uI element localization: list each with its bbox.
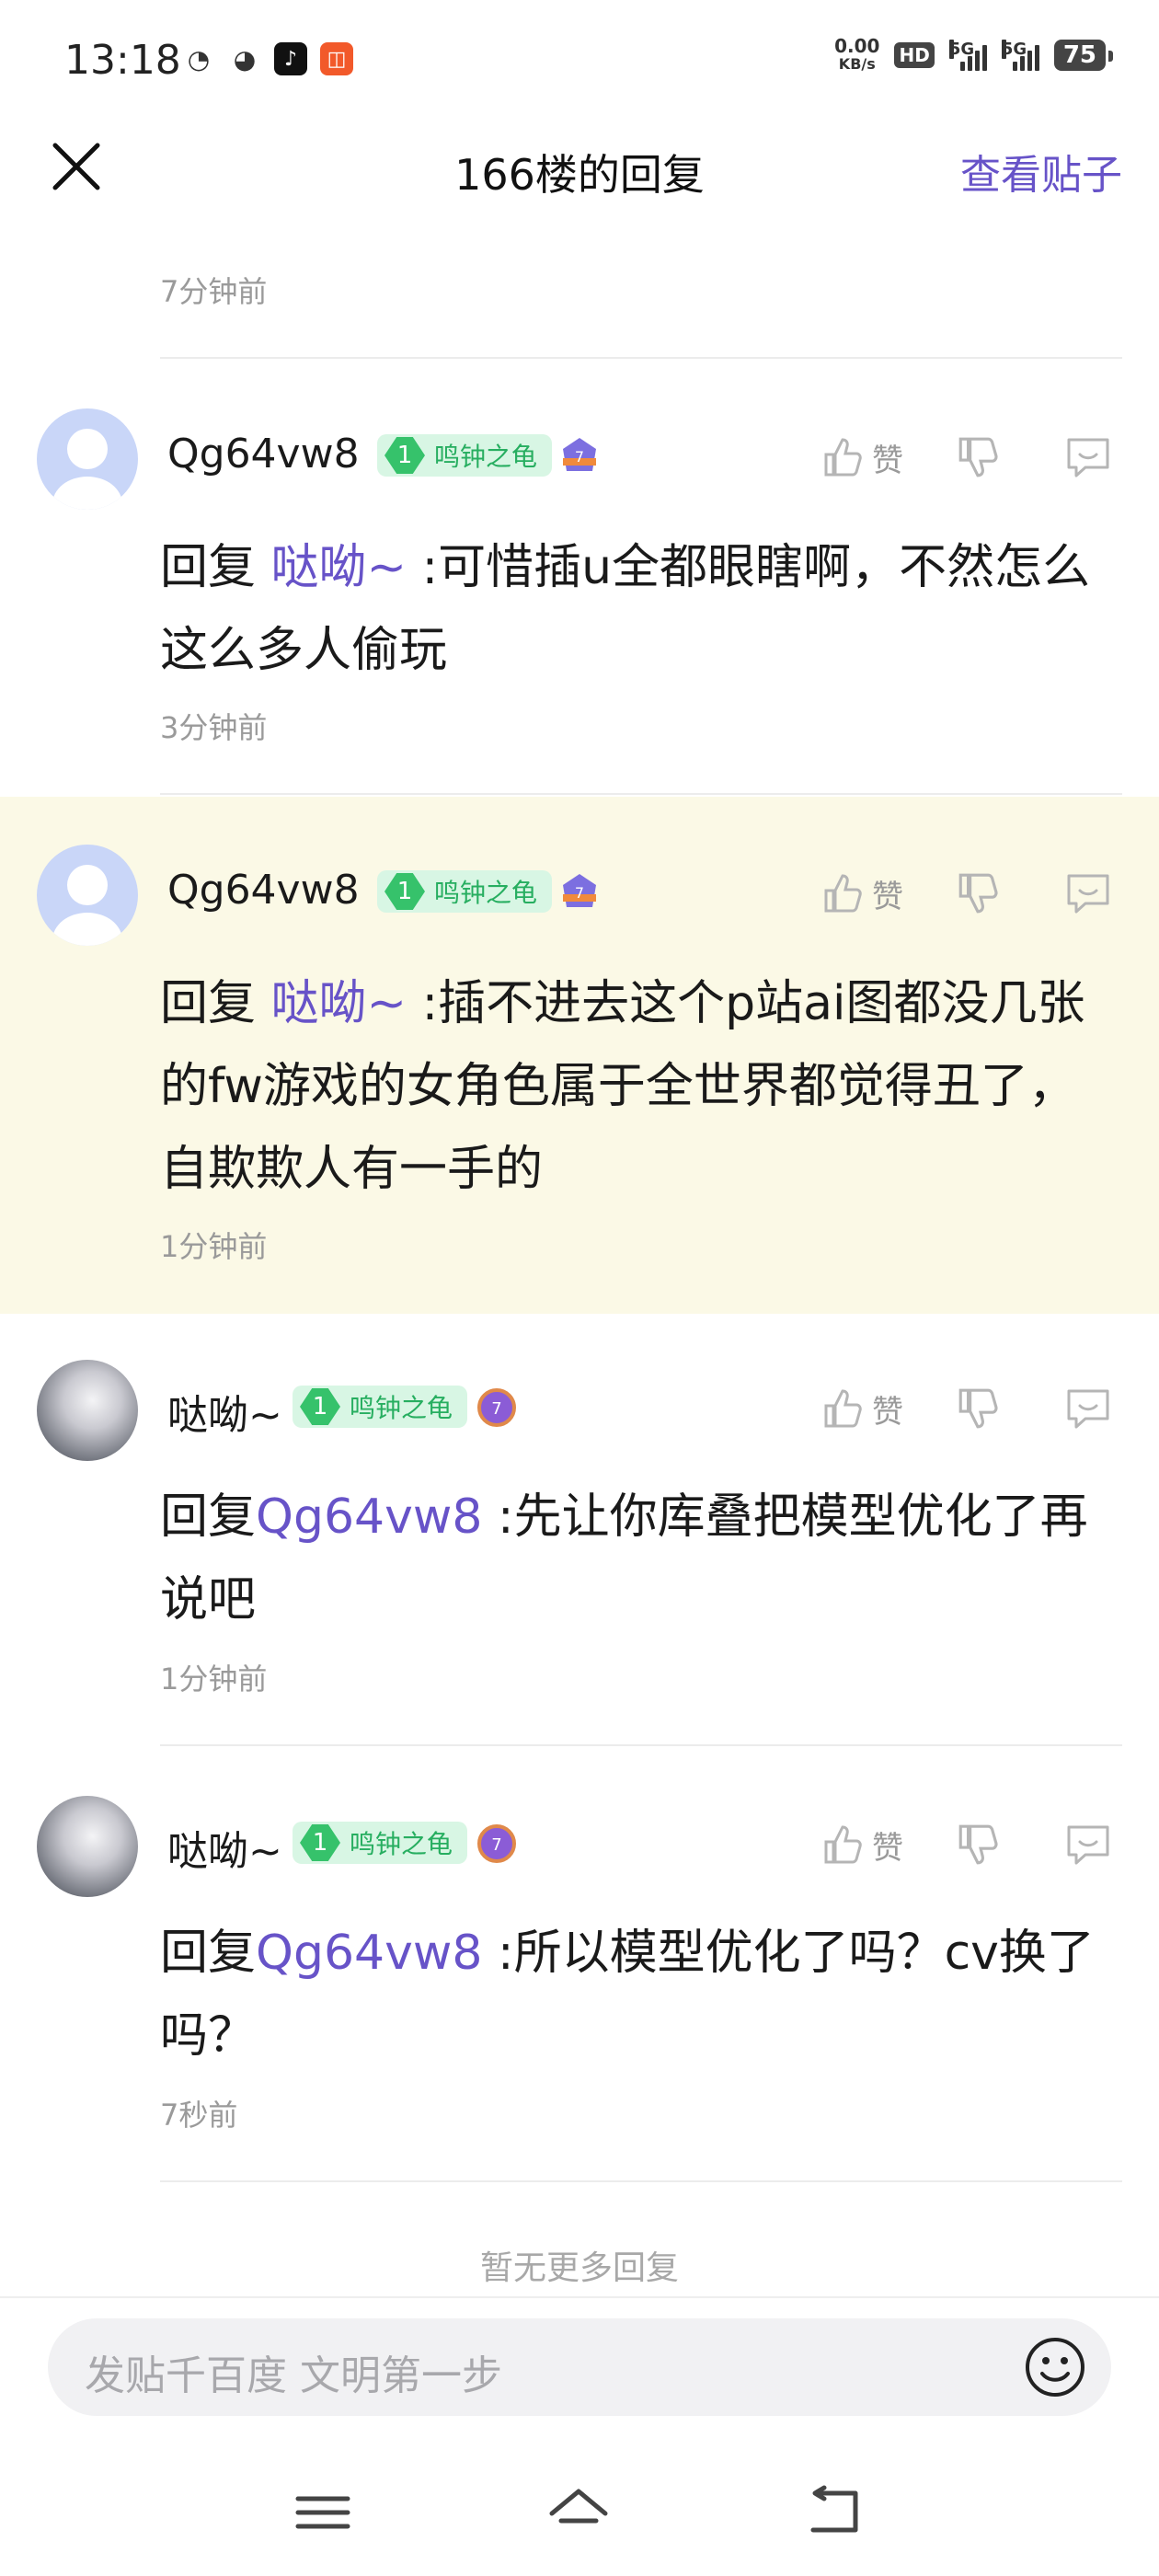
reply-time: 1分钟前 <box>160 1662 268 1696</box>
reply-input[interactable]: 发贴千百度 文明第一步 <box>48 2318 1111 2416</box>
status-indicators: 0.00 KB/s HD 5G 5G 75 <box>834 35 1114 74</box>
mention-link[interactable]: Qg64vw8 <box>256 1926 483 1981</box>
level-badge: 1 鸣钟之龟 <box>293 1386 468 1428</box>
svg-text:7: 7 <box>491 1399 501 1419</box>
level-badge: 1 鸣钟之龟 <box>293 1822 468 1864</box>
avatar[interactable] <box>37 408 138 510</box>
status-notification-icons: ◔ ◕ ♪ ◫ <box>182 42 353 75</box>
divider <box>160 2180 1122 2182</box>
like-button[interactable]: 赞 <box>820 870 903 916</box>
reply-item: 哒呦~ 1 鸣钟之龟 7 赞 回复Qg64vw8 :先让你库叠把模型优化了再说吧… <box>0 1316 1159 1752</box>
comment-icon[interactable] <box>1063 868 1113 918</box>
username[interactable]: Qg64vw8 <box>167 431 360 477</box>
reply-text: 回复 哒呦~ :插不进去这个p站ai图都没几张的fw游戏的女角色属于全世界都觉得… <box>160 976 1085 1197</box>
reply-input-placeholder: 发贴千百度 文明第一步 <box>85 2352 502 2399</box>
rank-badge-icon: 7 <box>563 874 596 907</box>
system-nav-bar <box>0 2447 1159 2576</box>
wechat-icon: ◕ <box>233 43 257 75</box>
emoji-icon[interactable] <box>1023 2335 1087 2399</box>
like-icon <box>824 438 862 477</box>
rank-badge-icon: 7 <box>563 438 596 471</box>
like-icon <box>824 874 862 913</box>
avatar[interactable] <box>37 1360 138 1461</box>
svg-text:7: 7 <box>491 1835 501 1855</box>
no-more-replies: 暂无更多回复 <box>479 2249 679 2287</box>
reply-time: 3分钟前 <box>160 710 268 745</box>
app-notification-icon: ◔ <box>187 43 211 75</box>
like-icon <box>824 1389 862 1428</box>
divider <box>160 1744 1122 1746</box>
status-time: 13:18 <box>64 37 181 84</box>
reply-text: 回复Qg64vw8 :所以模型优化了吗？cv换了吗？ <box>160 1926 1095 2064</box>
reply-text: 回复 哒呦~ :可惜插u全都眼瞎啊，不然怎么这么多人偷玩 <box>160 540 1091 678</box>
tiktok-icon: ♪ <box>274 42 307 75</box>
reply-actions: 赞 <box>820 432 1113 482</box>
reply-time: 7秒前 <box>160 2098 238 2133</box>
divider <box>0 2296 1159 2298</box>
comment-icon[interactable] <box>1063 1384 1113 1433</box>
home-icon[interactable] <box>546 2480 611 2545</box>
status-bar: 13:18 ◔ ◕ ♪ ◫ 0.00 KB/s HD 5G 5G 75 <box>0 0 1159 120</box>
dislike-icon[interactable] <box>955 1385 1003 1432</box>
level-badge: 1 鸣钟之龟 <box>377 870 553 913</box>
username[interactable]: 哒呦~ <box>167 1818 282 1877</box>
signal-icon: 5G <box>948 40 987 71</box>
level-gem-icon: 1 <box>300 1388 340 1425</box>
reply-item-highlighted: Qg64vw8 1 鸣钟之龟 7 赞 回复 哒呦~ :插不进去这个p站ai图都没… <box>0 797 1159 1314</box>
level-gem-icon: 1 <box>300 1824 340 1861</box>
reply-item: Qg64vw8 1 鸣钟之龟 7 赞 回复 哒呦~ :可惜插u全都眼瞎啊，不然怎… <box>0 359 1159 795</box>
username[interactable]: 哒呦~ <box>167 1382 282 1441</box>
reply-time: 7分钟前 <box>160 274 268 309</box>
comment-icon[interactable] <box>1063 432 1113 482</box>
reply-actions: 赞 <box>820 1820 1113 1869</box>
mention-link[interactable]: Qg64vw8 <box>256 1489 483 1545</box>
header: 166楼的回复 查看贴子 <box>0 120 1159 221</box>
svg-text:7: 7 <box>575 448 584 466</box>
avatar[interactable] <box>37 845 138 946</box>
rank-badge-icon: 7 <box>477 1824 516 1863</box>
taobao-icon: ◫ <box>320 42 353 75</box>
default-avatar-icon <box>52 429 122 510</box>
signal-icon: 5G <box>1001 40 1039 71</box>
like-button[interactable]: 赞 <box>820 434 903 480</box>
like-button[interactable]: 赞 <box>820 1822 903 1868</box>
hd-icon: HD <box>894 42 935 68</box>
level-gem-icon: 1 <box>384 873 425 910</box>
comment-icon[interactable] <box>1063 1820 1113 1869</box>
dislike-icon[interactable] <box>955 1821 1003 1869</box>
level-badge: 1 鸣钟之龟 <box>377 434 553 477</box>
rank-badge-icon: 7 <box>477 1388 516 1427</box>
dislike-icon[interactable] <box>955 869 1003 917</box>
view-post-button[interactable]: 查看贴子 <box>960 142 1122 201</box>
net-speed: 0.00 KB/s <box>834 35 880 73</box>
like-icon <box>824 1825 862 1864</box>
reply-item: 哒呦~ 1 鸣钟之龟 7 赞 回复Qg64vw8 :所以模型优化了吗？cv换了吗… <box>0 1752 1159 2184</box>
level-gem-icon: 1 <box>384 437 425 474</box>
username[interactable]: Qg64vw8 <box>167 867 360 914</box>
reply-actions: 赞 <box>820 868 1113 918</box>
battery-icon: 75 <box>1053 40 1114 71</box>
menu-icon[interactable] <box>291 2480 355 2545</box>
like-button[interactable]: 赞 <box>820 1386 903 1432</box>
mention-link[interactable]: 哒呦~ <box>271 540 407 595</box>
reply-time: 1分钟前 <box>160 1229 268 1264</box>
dislike-icon[interactable] <box>955 433 1003 481</box>
default-avatar-icon <box>52 865 122 946</box>
avatar[interactable] <box>37 1796 138 1897</box>
svg-text:7: 7 <box>575 884 584 902</box>
reply-actions: 赞 <box>820 1384 1113 1433</box>
divider <box>160 793 1122 795</box>
back-icon[interactable] <box>804 2480 868 2545</box>
mention-link[interactable]: 哒呦~ <box>271 976 407 1031</box>
reply-text: 回复Qg64vw8 :先让你库叠把模型优化了再说吧 <box>160 1489 1088 1627</box>
